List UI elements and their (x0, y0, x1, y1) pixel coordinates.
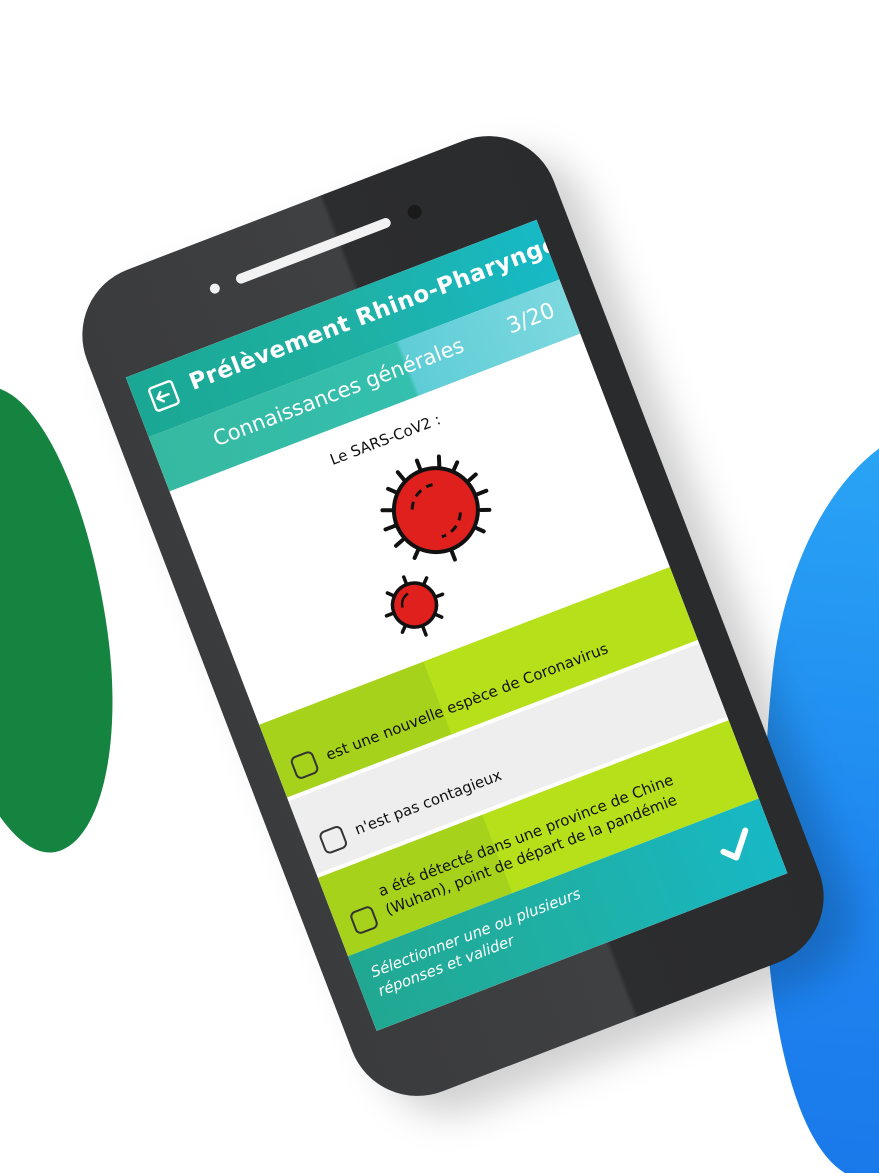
answer-checkbox-1[interactable] (289, 749, 321, 781)
decorative-green-blob (0, 375, 137, 865)
answer-checkbox-2[interactable] (317, 824, 349, 856)
exit-icon[interactable] (145, 377, 184, 416)
virus-icon (380, 454, 492, 637)
phone-mockup: Prélèvement Rhino-Pharyngé Connaissances… (61, 115, 875, 1135)
answer-checkbox-3[interactable] (348, 904, 380, 936)
app-screen: Prélèvement Rhino-Pharyngé Connaissances… (125, 219, 788, 1031)
question-progress: 3/20 (503, 298, 559, 340)
checkmark-icon[interactable] (710, 820, 762, 872)
stage: Prélèvement Rhino-Pharyngé Connaissances… (0, 0, 879, 1173)
